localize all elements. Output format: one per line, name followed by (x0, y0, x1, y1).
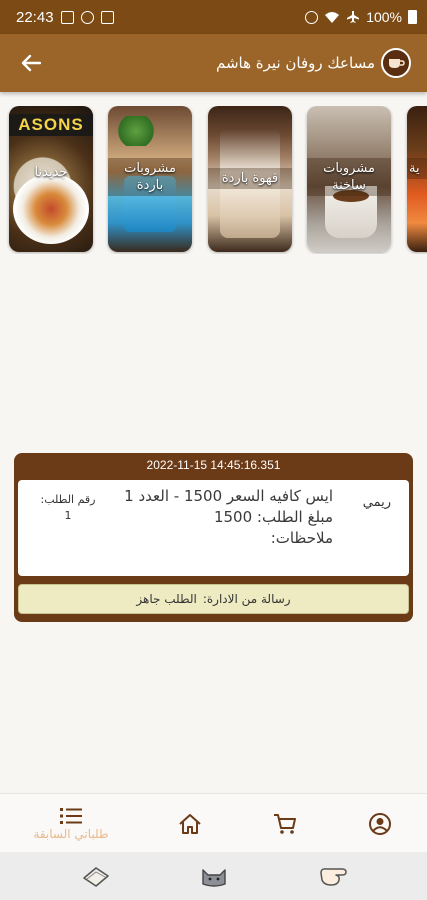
mint-garnish-image (116, 116, 156, 146)
alarm-icon (305, 10, 319, 24)
airplane-icon (347, 11, 360, 23)
category-label: ية (407, 158, 427, 179)
back-button[interactable] (18, 50, 44, 76)
category-carousel[interactable]: ASONS جديدنا مشروبات باردة قهوة باردة مش… (0, 106, 427, 254)
category-label: مشروبات باردة (108, 158, 192, 196)
system-button-left[interactable] (80, 862, 112, 890)
category-label: قهوة باردة (208, 168, 292, 189)
admin-message-text: الطلب جاهز (136, 592, 197, 606)
order-card: 2022-11-15 14:45:16.351 ريمي ايس كافيه ا… (14, 453, 413, 622)
nav-previous-orders-label: طلباتي السابقة (33, 826, 109, 841)
system-button-center[interactable] (198, 862, 230, 890)
admin-message: رسالة من الادارة: الطلب جاهز (18, 584, 409, 614)
order-number-block: رقم الطلب: 1 (32, 492, 104, 524)
nav-previous-orders[interactable]: طلباتي السابقة (22, 794, 120, 853)
system-navigation-bar (0, 852, 427, 900)
do-not-disturb-icon (80, 10, 94, 24)
order-number-value: 1 (64, 509, 72, 522)
list-icon (60, 807, 82, 824)
order-details: ايس كافيه السعر 1500 - العدد 1 مبلغ الطل… (123, 486, 333, 549)
order-timestamp: 2022-11-15 14:45:16.351 (146, 458, 281, 472)
system-button-right[interactable] (318, 862, 350, 890)
home-icon (179, 813, 201, 834)
arrow-left-icon (21, 54, 41, 72)
category-card-new[interactable]: ASONS جديدنا (9, 106, 93, 252)
coffee-cup-icon (389, 59, 405, 68)
food-plate-image (13, 174, 89, 244)
order-item-line: ايس كافيه السعر 1500 - العدد 1 (124, 487, 333, 505)
app-logo (381, 48, 411, 78)
category-label: مشروبات ساخنة (307, 158, 391, 196)
cat-icon (202, 869, 226, 887)
app-title-group: مساعك روفان نيرة هاشم (216, 48, 411, 78)
book-icon (83, 867, 109, 887)
nav-profile[interactable] (360, 794, 400, 853)
hand-pointer-icon (320, 868, 347, 886)
category-banner-text: ASONS (9, 114, 93, 136)
category-card-cold-drinks[interactable]: مشروبات باردة (108, 106, 192, 252)
category-card-hot-drinks[interactable]: مشروبات ساخنة (307, 106, 391, 252)
status-time: 22:43 (16, 8, 54, 26)
bottom-navigation: طلباتي السابقة (0, 793, 427, 852)
order-notes: ملاحظات: (270, 529, 333, 547)
category-label: جديدنا (34, 165, 68, 180)
nav-cart[interactable] (265, 794, 305, 853)
status-bar: 22:43 100% (0, 0, 427, 34)
order-number-label: رقم الطلب: (40, 493, 96, 506)
customer-name: ريمي (362, 495, 391, 510)
category-card-partial[interactable]: ية (407, 106, 427, 252)
account-circle-icon (369, 812, 391, 835)
app-title: مساعك روفان نيرة هاشم (216, 54, 375, 72)
nav-home[interactable] (170, 794, 210, 853)
wifi-icon (325, 11, 340, 23)
clipboard-check-icon (100, 10, 114, 24)
battery-icon (408, 10, 417, 24)
cart-icon (274, 813, 296, 834)
app-bar: مساعك روفان نيرة هاشم (0, 34, 427, 92)
order-body: ريمي ايس كافيه السعر 1500 - العدد 1 مبلغ… (18, 480, 409, 576)
category-card-iced-coffee[interactable]: قهوة باردة (208, 106, 292, 252)
admin-message-label: رسالة من الادارة: (202, 592, 291, 606)
order-amount: مبلغ الطلب: 1500 (213, 508, 333, 526)
battery-percent: 100% (366, 9, 402, 25)
image-icon (60, 10, 74, 24)
